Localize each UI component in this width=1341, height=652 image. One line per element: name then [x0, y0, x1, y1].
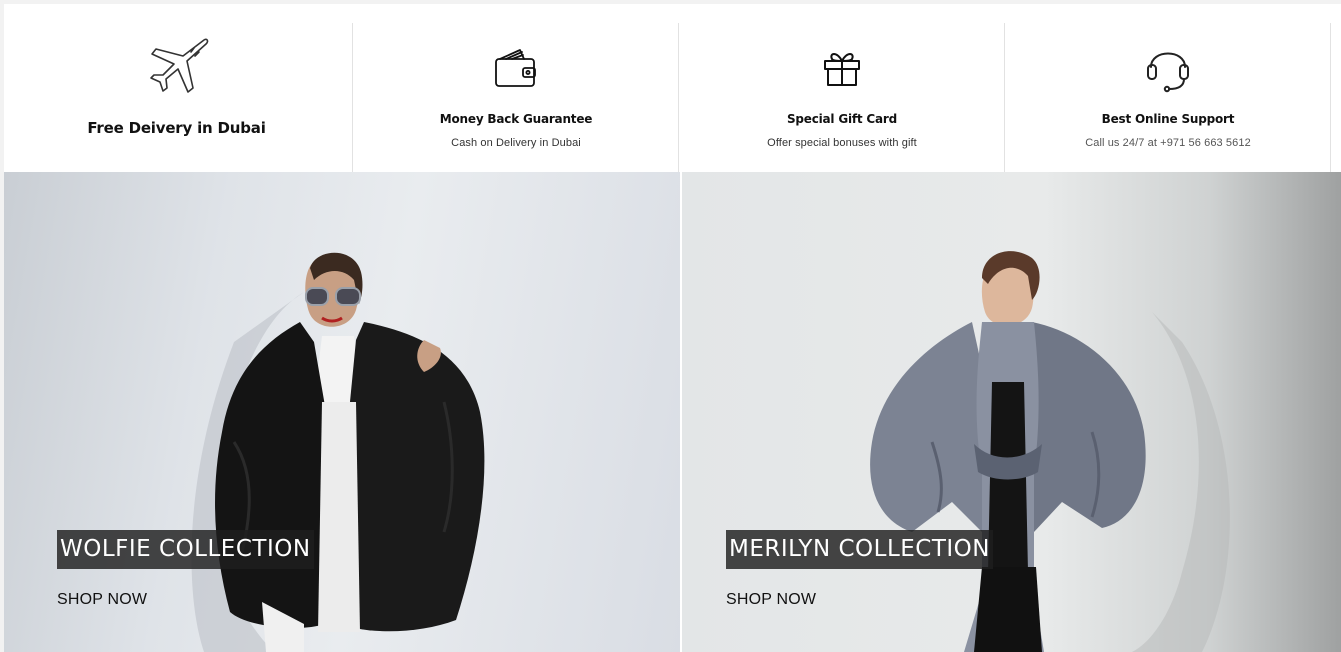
features-strip: Free Deivery in Dubai Money Back Guarant…	[4, 4, 1341, 172]
shop-now-link[interactable]: SHOP NOW	[57, 591, 147, 609]
feature-subtitle: Offer special bonuses with gift	[767, 137, 917, 149]
model-photo	[191, 252, 485, 652]
collection-card-merilyn[interactable]: MERILYN COLLECTION SHOP NOW	[682, 172, 1341, 652]
feature-title: Special Gift Card	[786, 112, 898, 126]
collection-card-wolfie[interactable]: WOLFIE COLLECTION SHOP NOW	[4, 172, 680, 652]
shop-now-link[interactable]: SHOP NOW	[726, 591, 816, 609]
feature-gift-card: Special Gift Card Offer special bonuses …	[679, 4, 1005, 172]
airplane-icon	[144, 36, 214, 98]
gift-icon	[807, 38, 877, 98]
feature-title: Free Deivery in Dubai	[87, 119, 266, 137]
page-frame: Free Deivery in Dubai Money Back Guarant…	[4, 4, 1341, 652]
feature-subtitle: Call us 24/7 at +971 56 663 5612	[1085, 137, 1251, 149]
feature-free-delivery: Free Deivery in Dubai	[4, 4, 353, 172]
feature-title: Best Online Support	[1101, 112, 1235, 126]
divider	[1330, 23, 1331, 172]
headset-icon	[1133, 38, 1203, 98]
collections-banner: WOLFIE COLLECTION SHOP NOW MERILYN COLLE…	[4, 172, 1341, 652]
collection-title: MERILYN COLLECTION	[726, 530, 993, 569]
feature-online-support: Best Online Support Call us 24/7 at +971…	[1005, 4, 1331, 172]
feature-subtitle: Cash on Delivery in Dubai	[451, 137, 581, 149]
feature-title: Money Back Guarantee	[439, 112, 593, 126]
feature-money-back: Money Back Guarantee Cash on Delivery in…	[353, 4, 679, 172]
collection-title: WOLFIE COLLECTION	[57, 530, 314, 569]
wallet-icon	[481, 38, 551, 98]
model-photo	[870, 251, 1230, 652]
